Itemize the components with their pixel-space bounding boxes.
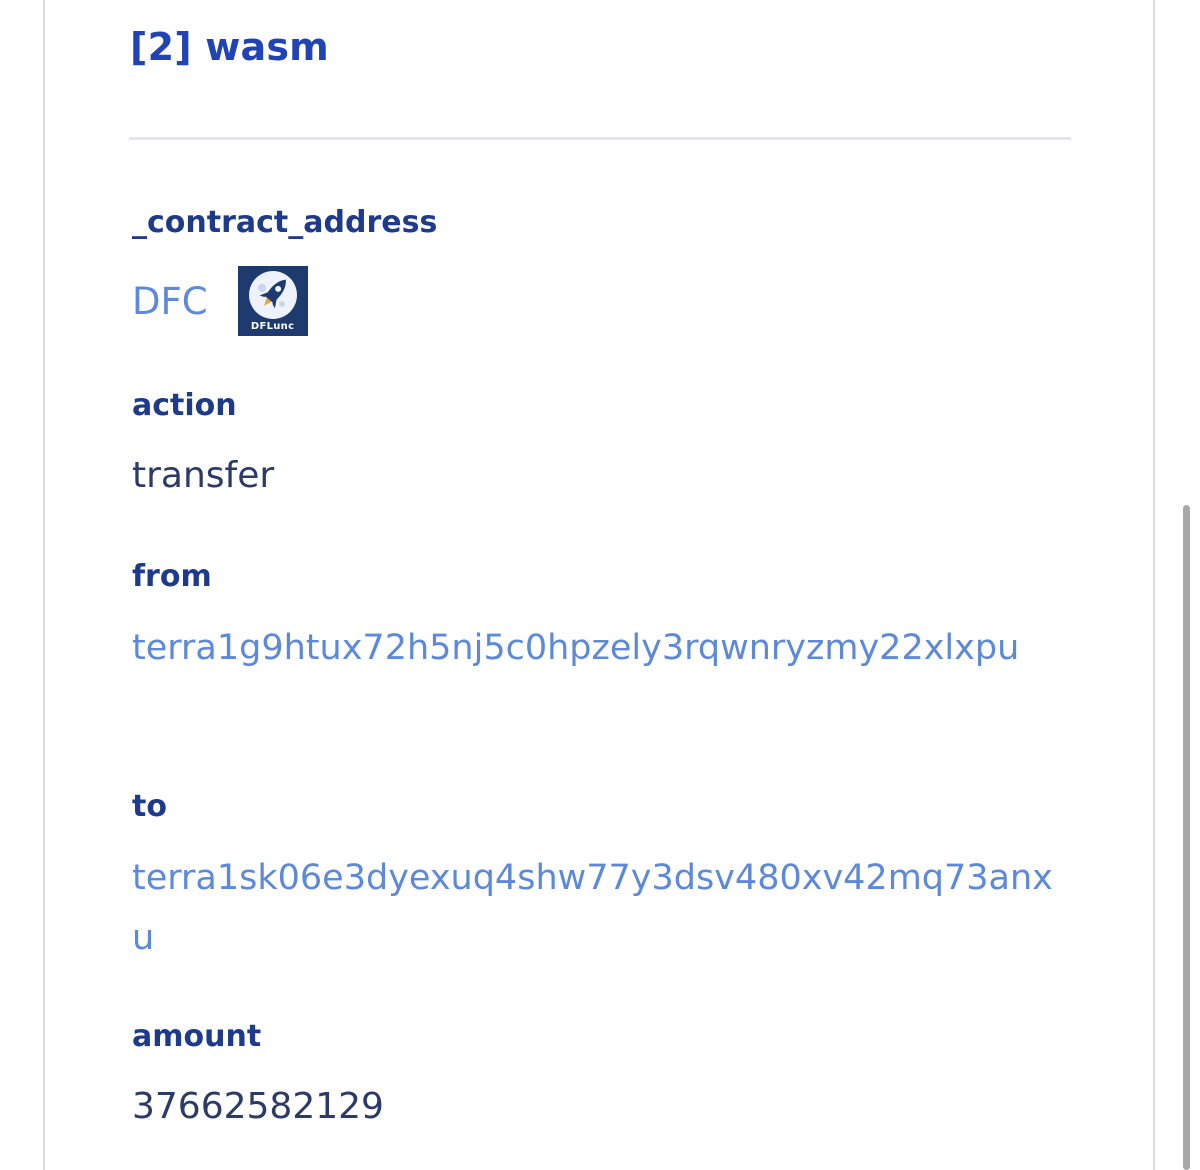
amount-label: amount (132, 1019, 262, 1054)
divider (129, 137, 1071, 140)
token-logo-text: DFLunc (250, 321, 295, 332)
from-address-link[interactable]: terra1g9htux72h5nj5c0hpzely3rqwnryzmy22x… (132, 628, 1019, 668)
page: [2] wasm _contract_address DFC DFLunc ac… (0, 0, 1200, 1170)
amount-value: 37662582129 (132, 1086, 384, 1127)
action-label: action (132, 388, 237, 423)
contract-address-label: _contract_address (132, 205, 438, 240)
message-title: [2] wasm (130, 25, 329, 69)
to-label: to (132, 789, 167, 824)
token-symbol-link[interactable]: DFC (132, 280, 208, 323)
scrollbar-thumb[interactable] (1183, 505, 1190, 1170)
from-label: from (132, 559, 212, 594)
to-address-link[interactable]: terra1sk06e3dyexuq4shw77y3dsv480xv42mq73… (132, 858, 1053, 958)
action-value: transfer (132, 455, 275, 496)
contract-address-token[interactable]: DFC DFLunc (132, 266, 308, 336)
rocket-moon-logo-icon: DFLunc (237, 266, 308, 336)
